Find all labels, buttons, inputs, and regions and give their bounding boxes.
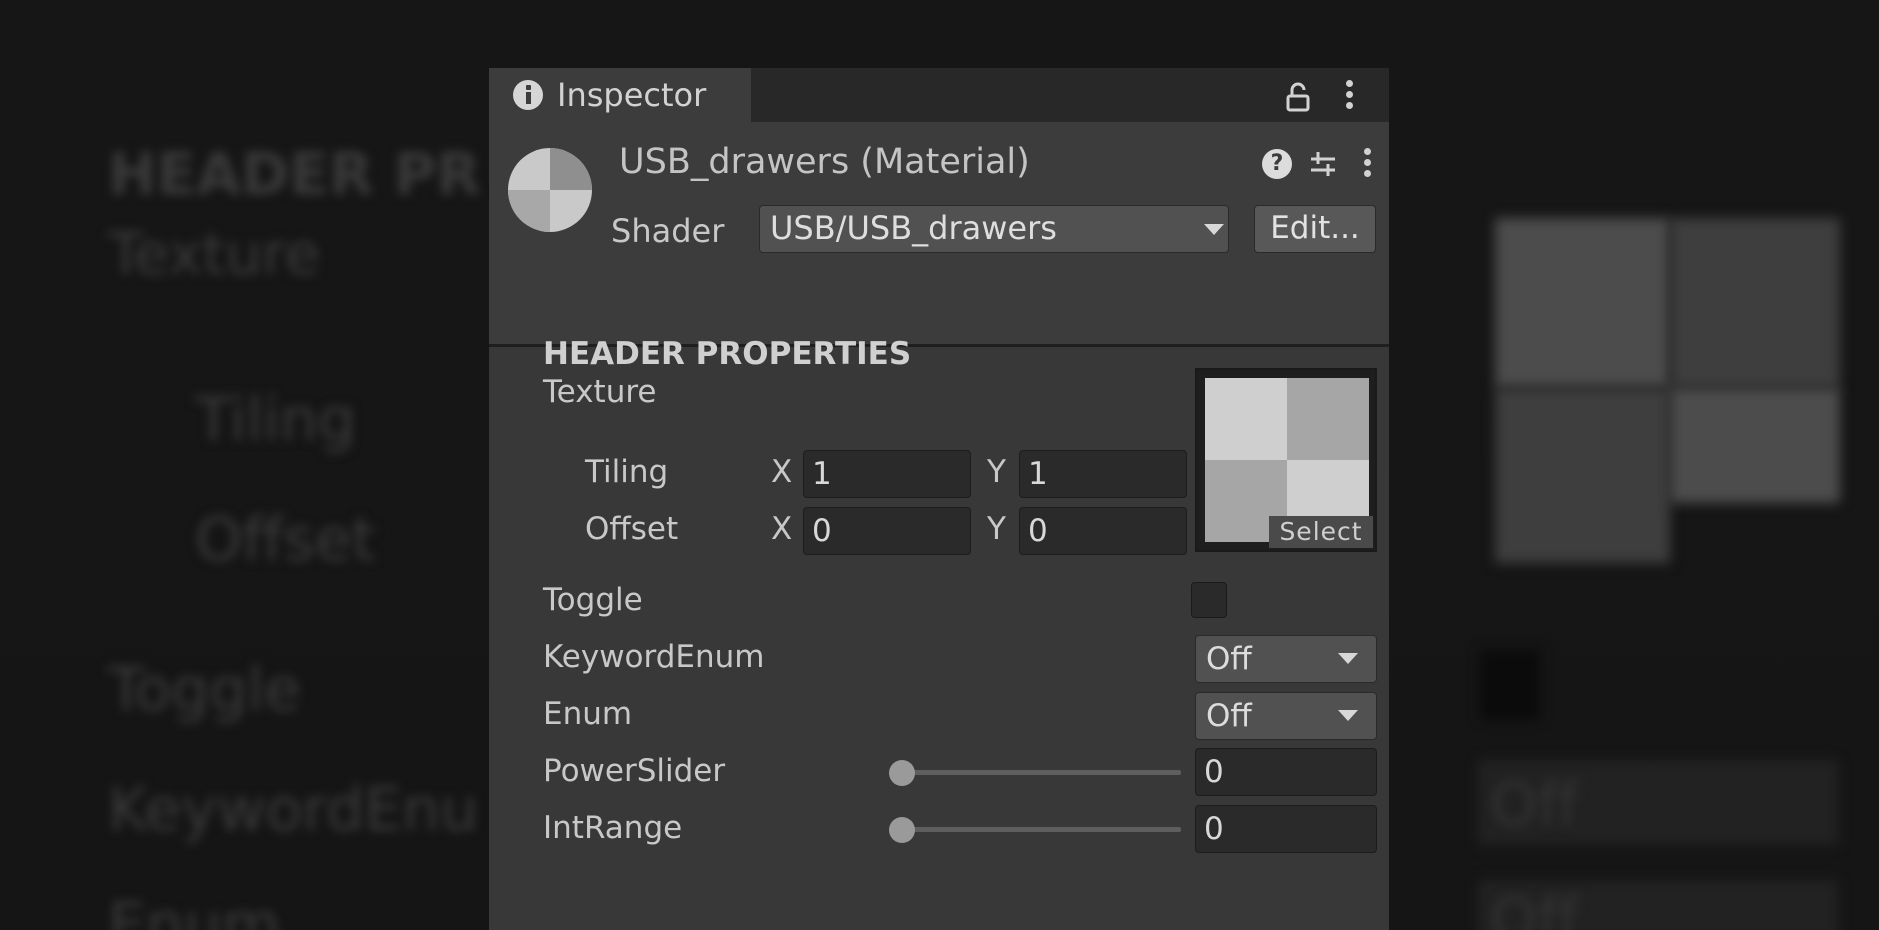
- bg-texture-tile: [1670, 388, 1840, 503]
- preset-icon[interactable]: [1307, 148, 1339, 180]
- powerslider-knob[interactable]: [889, 760, 915, 786]
- kebab-icon[interactable]: [1346, 80, 1354, 110]
- bg-enum-label: Enum: [108, 890, 281, 930]
- powerslider-field[interactable]: 0: [1195, 748, 1377, 796]
- bg-keywordenum-label: KeywordEnu: [108, 775, 479, 845]
- material-title: USB_drawers (Material): [619, 142, 1030, 182]
- enum-dropdown[interactable]: Off: [1195, 692, 1377, 740]
- texture-label: Texture: [543, 374, 657, 410]
- tiling-y-label: Y: [987, 454, 1006, 490]
- edit-shader-button[interactable]: Edit...: [1254, 205, 1376, 253]
- shader-dropdown[interactable]: USB/USB_drawers: [759, 205, 1229, 253]
- keywordenum-value: Off: [1206, 641, 1252, 677]
- toggle-label: Toggle: [543, 582, 643, 618]
- keywordenum-label: KeywordEnum: [543, 639, 765, 675]
- tab-inspector[interactable]: Inspector: [489, 68, 751, 122]
- intrange-knob[interactable]: [889, 817, 915, 843]
- intrange-track[interactable]: [899, 827, 1181, 832]
- keywordenum-dropdown[interactable]: Off: [1195, 635, 1377, 683]
- bg-texture-tile: [1495, 218, 1670, 388]
- bg-texture-tile: [1495, 388, 1670, 563]
- shader-value: USB/USB_drawers: [770, 209, 1057, 247]
- bg-toggle-label: Toggle: [108, 655, 301, 725]
- offset-y-field[interactable]: 0: [1019, 507, 1187, 555]
- offset-x-label: X: [771, 511, 793, 547]
- intrange-field[interactable]: 0: [1195, 805, 1377, 853]
- chevron-down-icon: [1338, 653, 1358, 664]
- chevron-down-icon: [1204, 224, 1224, 235]
- bg-section-title: HEADER PR: [108, 140, 481, 208]
- toggle-checkbox[interactable]: [1191, 582, 1227, 618]
- texture-select-button[interactable]: Select: [1269, 516, 1373, 548]
- tiling-y-field[interactable]: 1: [1019, 450, 1187, 498]
- offset-label: Offset: [585, 511, 679, 547]
- bg-tiling-label: Tiling: [195, 385, 356, 455]
- chevron-down-icon: [1338, 710, 1358, 721]
- bg-texture-label: Texture: [108, 220, 321, 288]
- powerslider-label: PowerSlider: [543, 753, 726, 789]
- bg-toggle-box: [1480, 650, 1540, 720]
- offset-x-field[interactable]: 0: [803, 507, 971, 555]
- tab-label: Inspector: [557, 76, 707, 114]
- intrange-label: IntRange: [543, 810, 683, 846]
- offset-y-label: Y: [987, 511, 1006, 547]
- inspector-window: Inspector USB_drawers (Material) ? Shade…: [489, 68, 1389, 930]
- bg-dropdown-value: Off: [1490, 885, 1579, 930]
- tiling-x-field[interactable]: 1: [803, 450, 971, 498]
- enum-value: Off: [1206, 698, 1252, 734]
- bg-dropdown-value: Off: [1490, 770, 1579, 840]
- section-title: HEADER PROPERTIES: [543, 336, 912, 372]
- tab-bar: Inspector: [489, 68, 1389, 122]
- help-icon[interactable]: ?: [1262, 149, 1292, 179]
- tiling-label: Tiling: [585, 454, 669, 490]
- bg-offset-label: Offset: [195, 505, 376, 575]
- info-icon: [513, 80, 543, 110]
- tiling-x-label: X: [771, 454, 793, 490]
- material-sphere-icon: [506, 146, 594, 234]
- enum-label: Enum: [543, 696, 633, 732]
- shader-label: Shader: [611, 212, 725, 250]
- lock-icon[interactable]: [1285, 82, 1311, 112]
- powerslider-track[interactable]: [899, 770, 1181, 775]
- kebab-icon[interactable]: [1364, 148, 1372, 178]
- bg-texture-tile: [1670, 218, 1840, 388]
- texture-slot[interactable]: Select: [1195, 368, 1377, 552]
